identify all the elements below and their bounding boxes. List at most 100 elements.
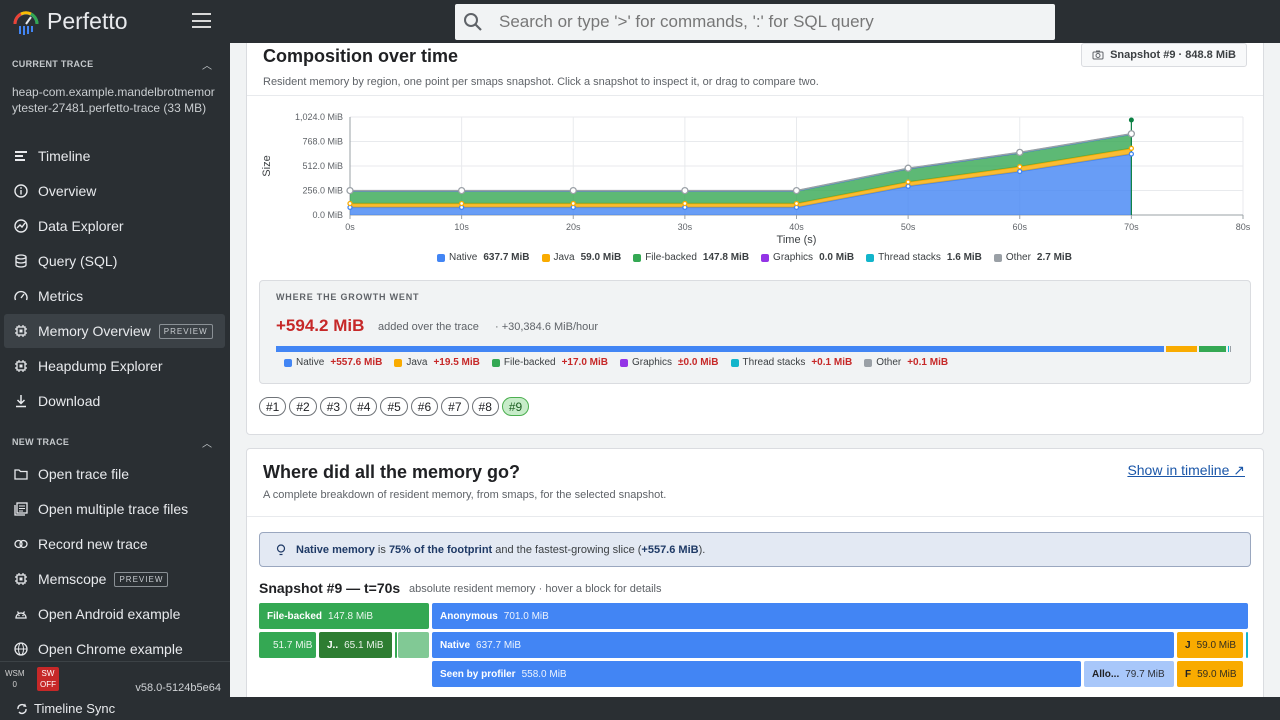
data-point bbox=[458, 200, 465, 207]
data-point bbox=[1017, 168, 1023, 175]
sidebar-item-open-trace-file[interactable]: Open trace file bbox=[4, 457, 225, 491]
block-file-backed-2[interactable]: J.. 65.1 MiB bbox=[319, 632, 392, 658]
snapshot-pill-5[interactable]: #5 bbox=[380, 397, 408, 416]
x-tick-label: 70s bbox=[1124, 222, 1139, 232]
sidebar-item-record-new-trace[interactable]: Record new trace bbox=[4, 527, 225, 561]
sidebar-item-timeline[interactable]: Timeline bbox=[4, 139, 225, 173]
preview-badge: PREVIEW bbox=[114, 571, 169, 587]
legend-label: Native bbox=[449, 252, 478, 263]
data-point bbox=[904, 164, 912, 172]
chevron-up-icon[interactable]: ︿ bbox=[202, 435, 212, 450]
growth-total: +594.2 MiB bbox=[276, 316, 365, 335]
sidebar-item-label: Heapdump Explorer bbox=[38, 358, 163, 374]
growth-header: WHERE THE GROWTH WENT bbox=[276, 292, 420, 302]
menu-icon[interactable] bbox=[192, 13, 211, 28]
legend-value: +0.1 MiB bbox=[811, 357, 853, 368]
block-file-backed[interactable]: File-backed 147.8 MiB bbox=[259, 603, 429, 629]
composition-card: Composition over time Snapshot #9 · 848.… bbox=[246, 43, 1264, 435]
sidebar-item-memory-overview[interactable]: Memory Overview PREVIEW bbox=[4, 314, 225, 348]
data-point bbox=[457, 186, 466, 195]
sidebar-item-label: Data Explorer bbox=[38, 218, 124, 234]
snapshot-pill-3[interactable]: #3 bbox=[319, 397, 348, 416]
sidebar-item-open-android-example[interactable]: Open Android example bbox=[4, 597, 225, 631]
main-content: Composition over time Snapshot #9 · 848.… bbox=[230, 43, 1280, 697]
sidebar-item-data-explorer[interactable]: Data Explorer bbox=[4, 209, 225, 243]
y-tick-label: 0.0 MiB bbox=[312, 210, 343, 220]
block-allocator[interactable]: Allo... 79.7 MiB bbox=[1084, 661, 1174, 687]
legend-value: ±0.0 MiB bbox=[678, 357, 719, 368]
sidebar-item-overview[interactable]: Overview bbox=[4, 174, 225, 208]
data-point bbox=[347, 200, 353, 207]
legend-value: 147.8 MiB bbox=[702, 252, 750, 263]
legend-label: Java bbox=[553, 252, 575, 263]
legend-value: +17.0 MiB bbox=[561, 357, 609, 368]
sidebar-item-query-sql[interactable]: Query (SQL) bbox=[4, 244, 225, 278]
sidebar-item-heapdump-explorer[interactable]: Heapdump Explorer bbox=[4, 349, 225, 383]
x-tick-label: 40s bbox=[789, 222, 804, 232]
sidebar-item-label: Memscope bbox=[38, 571, 107, 587]
legend-label: File-backed bbox=[503, 357, 556, 368]
sidebar-item-label: Timeline bbox=[38, 148, 91, 164]
data-point bbox=[1128, 151, 1135, 157]
legend-swatch bbox=[541, 253, 550, 262]
legend-label: Other bbox=[876, 357, 902, 368]
data-point bbox=[793, 200, 800, 207]
preview-badge: PREVIEW bbox=[158, 323, 213, 339]
camera-icon bbox=[1092, 50, 1104, 60]
y-tick-label: 1,024.0 MiB bbox=[295, 112, 343, 122]
sw-off-badge[interactable]: SW OFF bbox=[37, 667, 59, 691]
new-trace-header[interactable]: NEW TRACE bbox=[12, 437, 69, 447]
snapshot-pill-4[interactable]: #4 bbox=[350, 397, 378, 416]
block-file-backed-1[interactable]: 51.7 MiB bbox=[259, 632, 316, 658]
block-anonymous[interactable]: Anonymous 701.0 MiB bbox=[432, 603, 1248, 629]
data-point bbox=[905, 179, 911, 185]
block-native[interactable]: Native 637.7 MiB bbox=[432, 632, 1174, 658]
block-java[interactable]: J 59.0 MiB bbox=[1177, 632, 1243, 658]
sync-icon bbox=[17, 703, 27, 714]
sidebar-item-download[interactable]: Download bbox=[4, 384, 225, 418]
current-trace-header[interactable]: CURRENT TRACE bbox=[12, 59, 93, 69]
snapshot-button[interactable]: Snapshot #9 · 848.8 MiB bbox=[1081, 43, 1247, 67]
data-point bbox=[570, 200, 576, 207]
block-seen-by-profiler[interactable]: Seen by profiler 558.0 MiB bbox=[432, 661, 1081, 687]
growth-bar-segment[interactable] bbox=[276, 346, 1164, 352]
sidebar-item-label: Open Chrome example bbox=[38, 641, 183, 657]
insight-banner: Native memory is 75% of the footprint an… bbox=[259, 532, 1251, 567]
data-point bbox=[346, 186, 354, 195]
block-thread-stacks[interactable] bbox=[1246, 632, 1248, 658]
legend-swatch bbox=[761, 253, 770, 262]
chevron-up-icon[interactable]: ︿ bbox=[202, 57, 212, 72]
legend-swatch bbox=[284, 358, 292, 367]
legend-label: Native bbox=[296, 357, 325, 368]
growth-bar-segment[interactable] bbox=[1165, 346, 1197, 352]
sidebar-item-open-multiple-trace-files[interactable]: Open multiple trace files bbox=[4, 492, 225, 526]
snapshot-pill-8[interactable]: #8 bbox=[471, 397, 499, 416]
legend-value: +557.6 MiB bbox=[330, 357, 383, 368]
block-file-backed-4[interactable] bbox=[398, 632, 429, 658]
sidebar-item-label: Open trace file bbox=[38, 466, 130, 482]
search-input[interactable] bbox=[499, 12, 1039, 32]
folder-icon bbox=[14, 469, 28, 480]
snapshot-pill-9[interactable]: #9 bbox=[501, 397, 530, 416]
growth-bar-segment[interactable] bbox=[1198, 346, 1226, 352]
snapshot-pill-2[interactable]: #2 bbox=[289, 397, 317, 416]
growth-added-label: added over the trace bbox=[378, 321, 479, 333]
sidebar-item-memscope[interactable]: Memscope PREVIEW bbox=[4, 562, 225, 596]
block-file-backed-3[interactable] bbox=[395, 632, 397, 658]
show-in-timeline-link[interactable]: Show in timeline ↗ bbox=[1127, 462, 1245, 479]
x-tick-label: 60s bbox=[1012, 222, 1027, 232]
legend-value: 637.7 MiB bbox=[483, 252, 530, 263]
block-java-heap[interactable]: F 59.0 MiB bbox=[1177, 661, 1243, 687]
data-point bbox=[792, 186, 801, 195]
data-point bbox=[1128, 145, 1135, 151]
legend-label: File-backed bbox=[645, 252, 697, 263]
snapshot-pill-6[interactable]: #6 bbox=[410, 397, 439, 416]
snapshot-pill-1[interactable]: #1 bbox=[259, 397, 287, 416]
sidebar-header: Perfetto bbox=[0, 0, 230, 43]
database-icon bbox=[15, 254, 27, 268]
sidebar-item-metrics[interactable]: Metrics bbox=[4, 279, 225, 313]
status-bar[interactable]: Timeline Sync bbox=[0, 697, 1280, 720]
snapshot-pill-7[interactable]: #7 bbox=[441, 397, 469, 416]
y-axis-label: Size bbox=[261, 155, 273, 176]
omnibox[interactable] bbox=[455, 4, 1055, 40]
